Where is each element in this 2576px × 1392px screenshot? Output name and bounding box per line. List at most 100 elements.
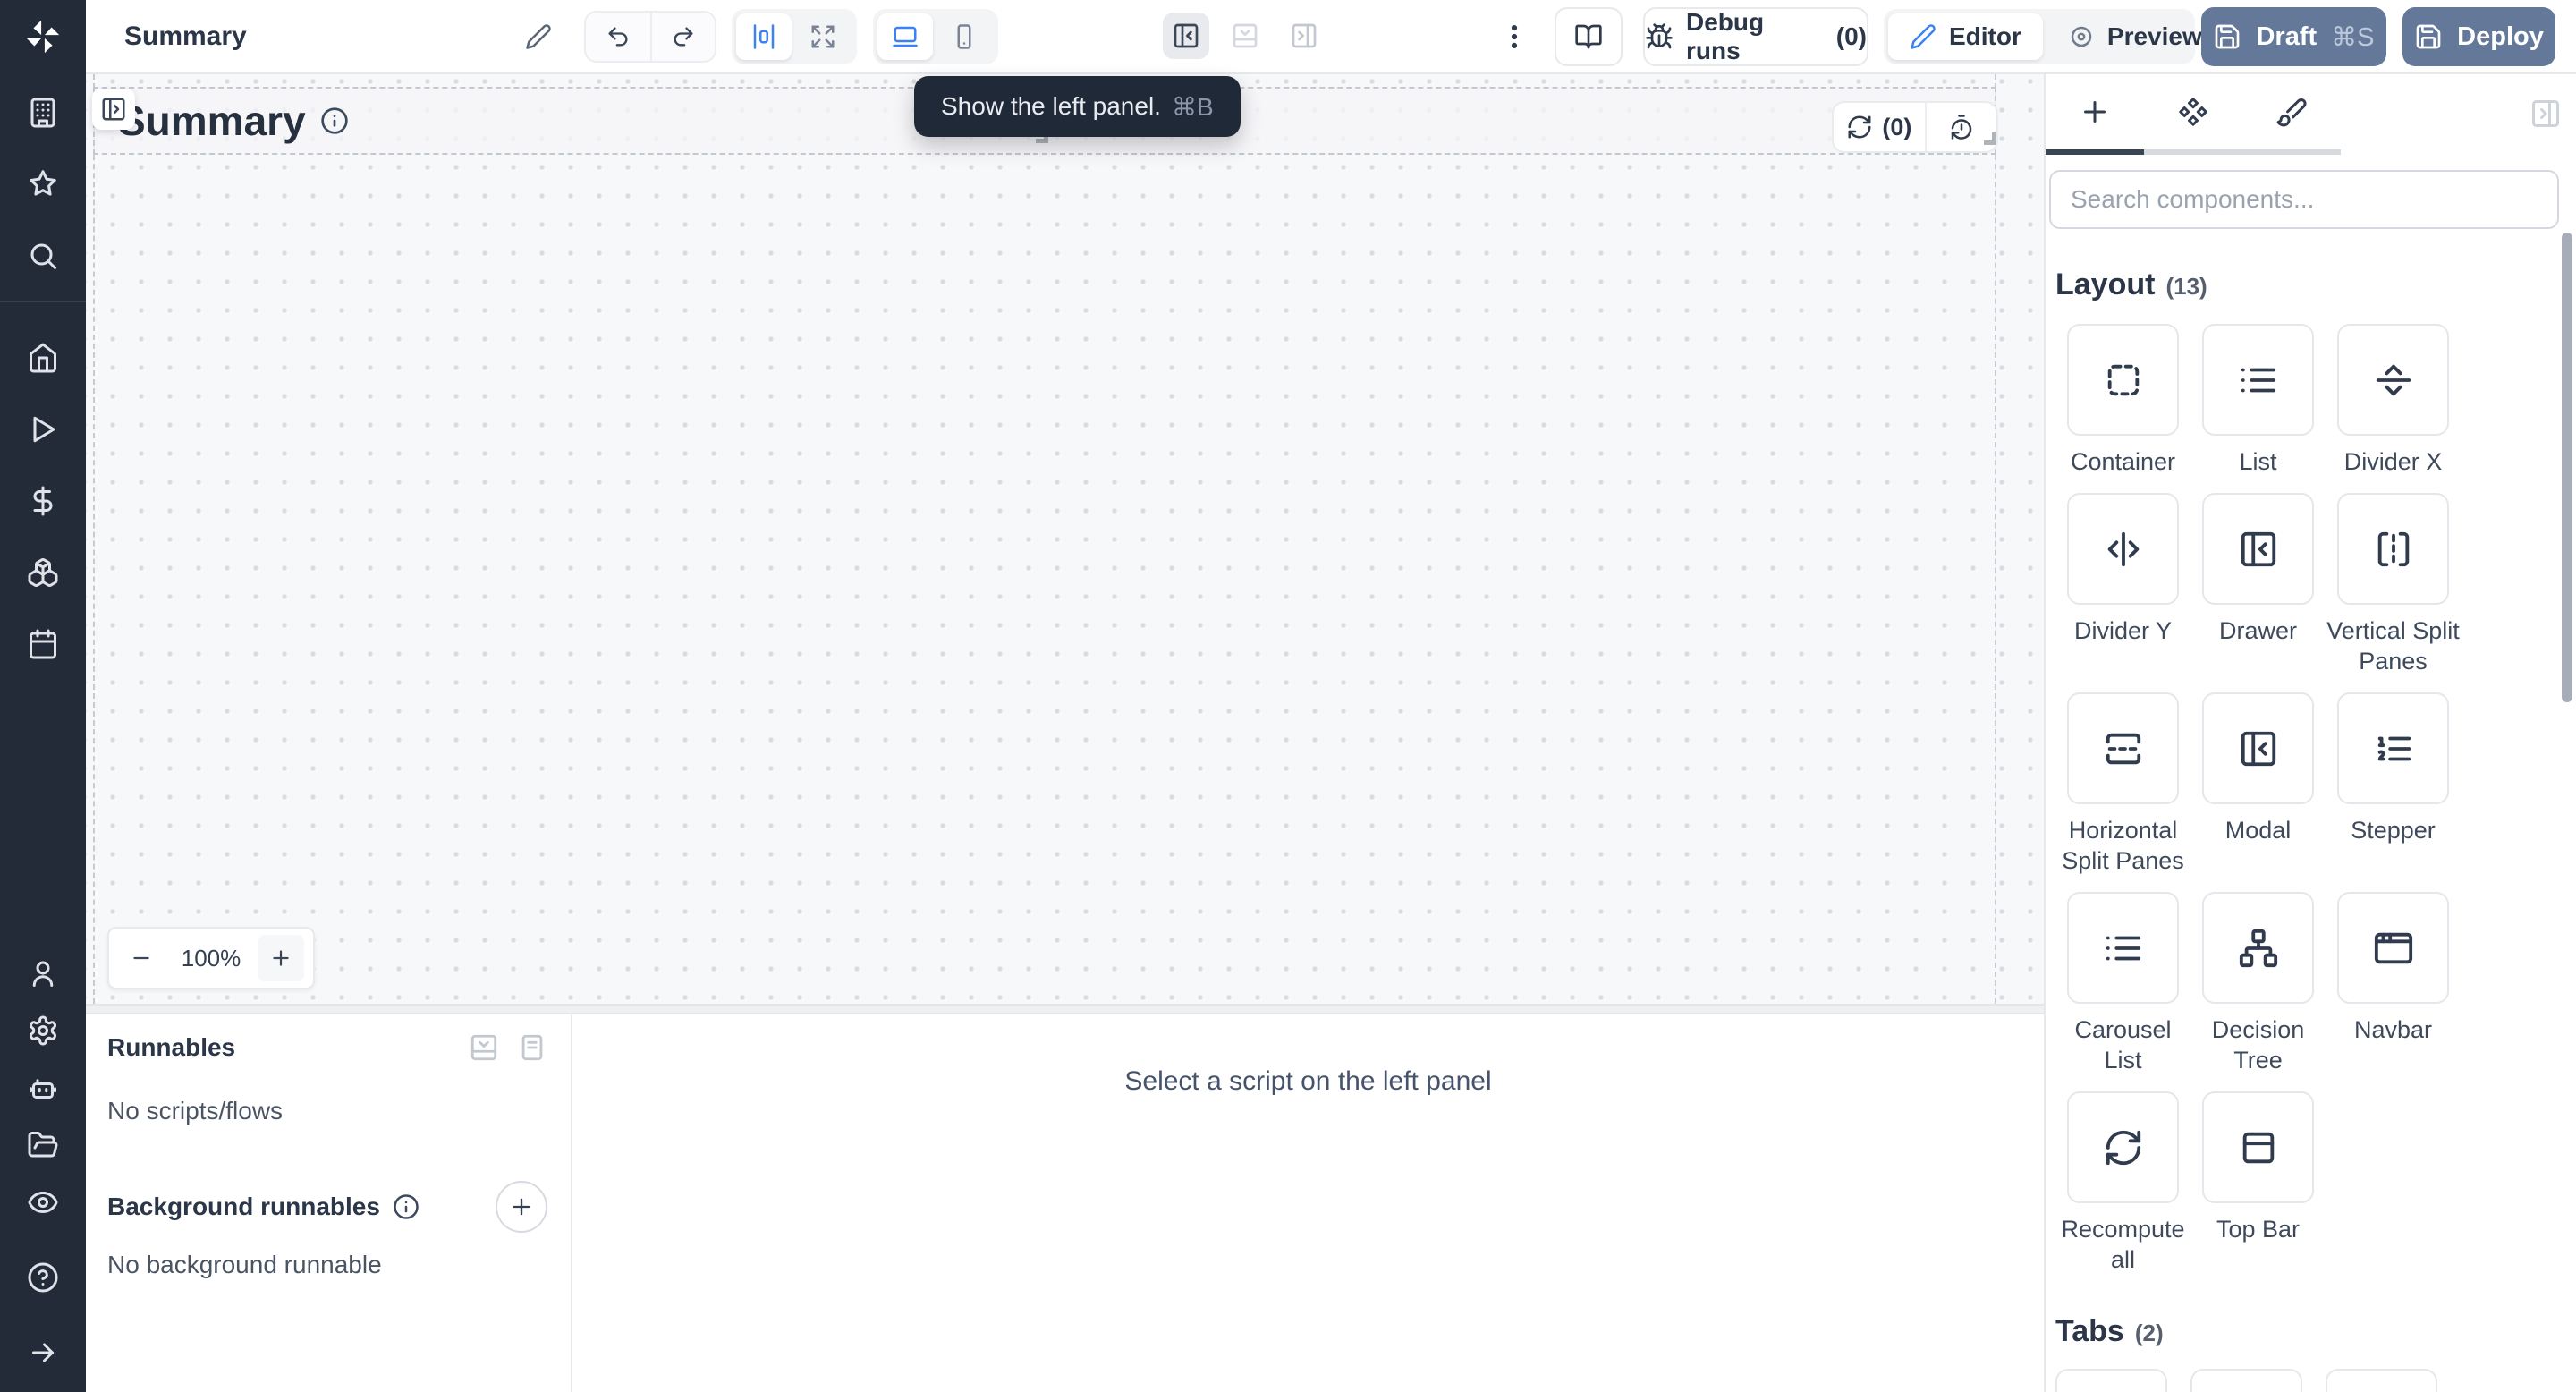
component-card-partial[interactable] bbox=[2055, 1369, 2167, 1392]
resize-handle[interactable] bbox=[1984, 132, 1996, 145]
info-icon[interactable] bbox=[320, 106, 349, 135]
runnables-list-icon[interactable] bbox=[517, 1032, 547, 1063]
deploy-button[interactable]: Deploy bbox=[2402, 7, 2555, 66]
component-card-list[interactable] bbox=[2202, 324, 2314, 436]
eye-icon[interactable] bbox=[27, 1186, 59, 1218]
component-card-drawer[interactable] bbox=[2202, 493, 2314, 605]
sidebar bbox=[0, 0, 86, 1392]
user-icon[interactable] bbox=[27, 957, 59, 989]
section-header-layout: Layout(13) bbox=[2055, 267, 2570, 302]
edit-title-button[interactable] bbox=[517, 15, 560, 58]
component-card-horizontal-split-panes[interactable] bbox=[2067, 692, 2179, 804]
add-background-runnable-button[interactable] bbox=[496, 1181, 547, 1233]
centered-layout-button[interactable] bbox=[736, 13, 792, 60]
tab-preview[interactable]: Preview bbox=[2046, 13, 2224, 60]
section-count: (2) bbox=[2135, 1320, 2164, 1347]
more-menu-button[interactable] bbox=[1496, 18, 1533, 55]
component-item: Modal bbox=[2190, 692, 2326, 876]
section-count: (13) bbox=[2165, 273, 2207, 301]
canvas-width-group bbox=[732, 9, 857, 64]
tab-styling[interactable] bbox=[2242, 74, 2341, 149]
component-label: List bbox=[2190, 446, 2326, 477]
star-icon[interactable] bbox=[27, 168, 59, 200]
zoom-in-button[interactable] bbox=[258, 935, 304, 981]
component-list: Layout(13) ContainerListDivider XDivider … bbox=[2055, 228, 2570, 1392]
component-label: Stepper bbox=[2326, 815, 2461, 845]
component-card-vertical-split-panes[interactable] bbox=[2337, 493, 2449, 605]
drawer-icon bbox=[2238, 529, 2279, 570]
canvas-refresh-group: (0) bbox=[1832, 101, 1998, 153]
component-label: Navbar bbox=[2326, 1014, 2461, 1045]
sidebar-bottom-group bbox=[0, 932, 86, 1218]
background-runnables-title: Background runnables bbox=[107, 1193, 380, 1221]
info-icon[interactable] bbox=[393, 1193, 419, 1220]
component-card-decision-tree[interactable] bbox=[2202, 892, 2314, 1004]
open-left-panel-button[interactable] bbox=[92, 89, 135, 130]
tab-component-settings[interactable] bbox=[2144, 74, 2242, 149]
collapse-panel-icon[interactable] bbox=[2529, 98, 2562, 130]
pencil-icon bbox=[525, 23, 552, 50]
help-icon[interactable] bbox=[27, 1261, 59, 1294]
runnables-panel: Runnables No scripts/flows Background ru… bbox=[86, 1014, 572, 1392]
collapse-runnables-icon[interactable] bbox=[469, 1032, 499, 1063]
editor-preview-toggle: Editor Preview bbox=[1884, 9, 2195, 64]
undo-button[interactable] bbox=[586, 13, 650, 61]
zoom-out-button[interactable] bbox=[118, 935, 165, 981]
search-components-input[interactable] bbox=[2049, 170, 2559, 229]
component-card-divider-y[interactable] bbox=[2067, 493, 2179, 605]
carousel-list-icon bbox=[2103, 928, 2144, 969]
component-card-navbar[interactable] bbox=[2337, 892, 2449, 1004]
settings-icon[interactable] bbox=[27, 1014, 59, 1047]
debug-runs-count: (0) bbox=[1836, 22, 1867, 51]
component-card-carousel-list[interactable] bbox=[2067, 892, 2179, 1004]
mobile-view-button[interactable] bbox=[936, 13, 992, 60]
component-card-modal[interactable] bbox=[2202, 692, 2314, 804]
building-icon[interactable] bbox=[27, 97, 59, 129]
component-card-container[interactable] bbox=[2067, 324, 2179, 436]
horizontal-splitter[interactable] bbox=[86, 1004, 2044, 1014]
top-bar-icon bbox=[2238, 1127, 2279, 1168]
folder-open-icon[interactable] bbox=[27, 1129, 59, 1161]
component-grid: ContainerListDivider XDivider YDrawerVer… bbox=[2055, 324, 2570, 1275]
calendar-icon[interactable] bbox=[27, 628, 59, 660]
refresh-button[interactable]: (0) bbox=[1834, 103, 1925, 151]
toggle-right-panel-button[interactable] bbox=[1281, 13, 1327, 59]
tab-editor[interactable]: Editor bbox=[1888, 13, 2043, 60]
component-panel: Layout(13) ContainerListDivider XDivider … bbox=[2044, 74, 2576, 1392]
dollar-icon[interactable] bbox=[27, 485, 59, 517]
toggle-left-panel-button[interactable] bbox=[1163, 13, 1209, 59]
debug-runs-button[interactable]: Debug runs (0) bbox=[1643, 7, 1868, 66]
component-card-partial[interactable] bbox=[2326, 1369, 2437, 1392]
section-header-tabs: Tabs(2) bbox=[2055, 1314, 2570, 1349]
component-card-divider-x[interactable] bbox=[2337, 324, 2449, 436]
paintbrush-icon bbox=[2275, 96, 2308, 128]
arrow-right-icon[interactable] bbox=[27, 1337, 59, 1369]
component-card-partial[interactable] bbox=[2190, 1369, 2302, 1392]
bot-icon[interactable] bbox=[27, 1072, 59, 1104]
full-width-button[interactable] bbox=[795, 13, 851, 60]
component-card-recompute-all[interactable] bbox=[2067, 1091, 2179, 1203]
sidebar-top-group bbox=[0, 57, 86, 272]
play-icon[interactable] bbox=[27, 413, 59, 446]
save-draft-button[interactable]: Draft ⌘S bbox=[2201, 7, 2386, 66]
panel-right-icon bbox=[1290, 21, 1318, 50]
toggle-bottom-panel-button[interactable] bbox=[1222, 13, 1268, 59]
redo-button[interactable] bbox=[650, 13, 715, 61]
desktop-view-button[interactable] bbox=[877, 13, 933, 60]
plus-icon bbox=[509, 1194, 534, 1219]
component-item: Decision Tree bbox=[2190, 892, 2326, 1075]
boxes-icon[interactable] bbox=[27, 556, 59, 589]
app-canvas[interactable]: Summary (0) 100% bbox=[86, 74, 2044, 1004]
component-card-stepper[interactable] bbox=[2337, 692, 2449, 804]
component-label: Decision Tree bbox=[2190, 1014, 2326, 1075]
list-icon bbox=[2238, 360, 2279, 401]
docs-button[interactable] bbox=[1555, 7, 1623, 66]
windmill-logo-icon[interactable] bbox=[22, 16, 64, 57]
component-item: Drawer bbox=[2190, 493, 2326, 676]
scrollbar-thumb[interactable] bbox=[2562, 233, 2572, 702]
home-icon[interactable] bbox=[27, 342, 59, 374]
component-card-top-bar[interactable] bbox=[2202, 1091, 2314, 1203]
panel-bottom-icon bbox=[1231, 21, 1259, 50]
tab-insert-component[interactable] bbox=[2046, 74, 2144, 149]
search-icon[interactable] bbox=[27, 240, 59, 272]
